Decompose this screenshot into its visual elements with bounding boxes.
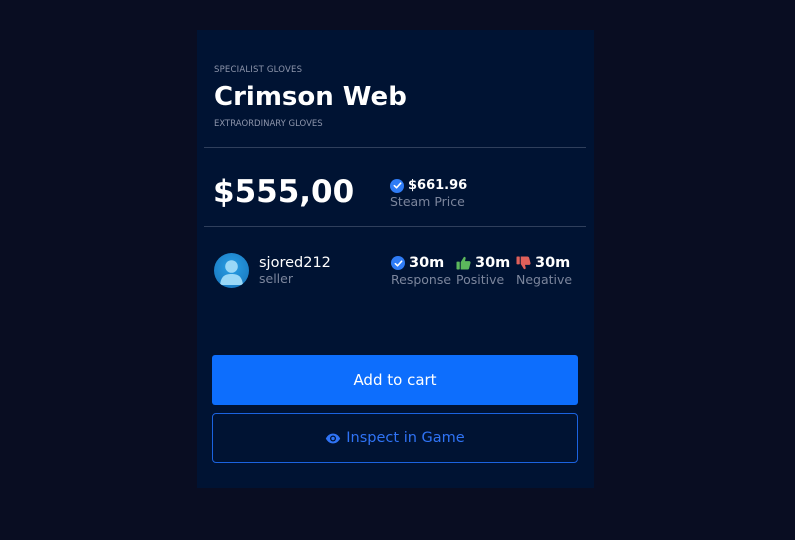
item-category: SPECIALIST GLOVES bbox=[214, 65, 303, 75]
stat-negative-label: Negative bbox=[516, 272, 573, 287]
divider bbox=[204, 226, 586, 227]
stat-positive-label: Positive bbox=[456, 272, 505, 287]
user-icon bbox=[220, 260, 243, 285]
stat-negative: 30m Negative bbox=[516, 255, 572, 287]
add-to-cart-label: Add to cart bbox=[353, 371, 437, 389]
stat-response-label: Response bbox=[391, 272, 452, 287]
item-card: SPECIALIST GLOVES Crimson Web EXTRAORDIN… bbox=[197, 30, 594, 488]
eye-icon bbox=[325, 433, 341, 444]
item-title: Crimson Web bbox=[214, 82, 407, 112]
steam-price-block: $661.96 Steam Price bbox=[390, 178, 467, 209]
steam-price-value: $661.96 bbox=[408, 178, 468, 193]
seller-role: seller bbox=[259, 271, 293, 286]
item-header: SPECIALIST GLOVES Crimson Web EXTRAORDIN… bbox=[214, 65, 577, 129]
stat-positive: 30m Positive bbox=[456, 255, 510, 287]
stat-negative-value: 30m bbox=[535, 255, 571, 271]
check-circle-icon bbox=[391, 256, 405, 270]
check-circle-icon bbox=[390, 178, 404, 193]
thumbs-up-icon bbox=[456, 256, 471, 270]
stat-positive-value: 30m bbox=[475, 255, 511, 271]
add-to-cart-button[interactable]: Add to cart bbox=[212, 355, 578, 405]
avatar[interactable] bbox=[214, 253, 249, 288]
stat-response: 30m Response bbox=[391, 255, 451, 287]
steam-price-label: Steam Price bbox=[390, 194, 465, 209]
item-price: $555,00 bbox=[213, 174, 355, 210]
inspect-in-game-button[interactable]: Inspect in Game bbox=[212, 413, 578, 463]
seller-info[interactable]: sjored212 seller bbox=[214, 253, 331, 288]
divider bbox=[204, 147, 586, 148]
inspect-label: Inspect in Game bbox=[346, 430, 465, 446]
stat-response-value: 30m bbox=[409, 255, 445, 271]
seller-name[interactable]: sjored212 bbox=[259, 255, 331, 271]
thumbs-down-icon bbox=[516, 256, 531, 270]
item-rarity: EXTRAORDINARY GLOVES bbox=[214, 119, 323, 129]
